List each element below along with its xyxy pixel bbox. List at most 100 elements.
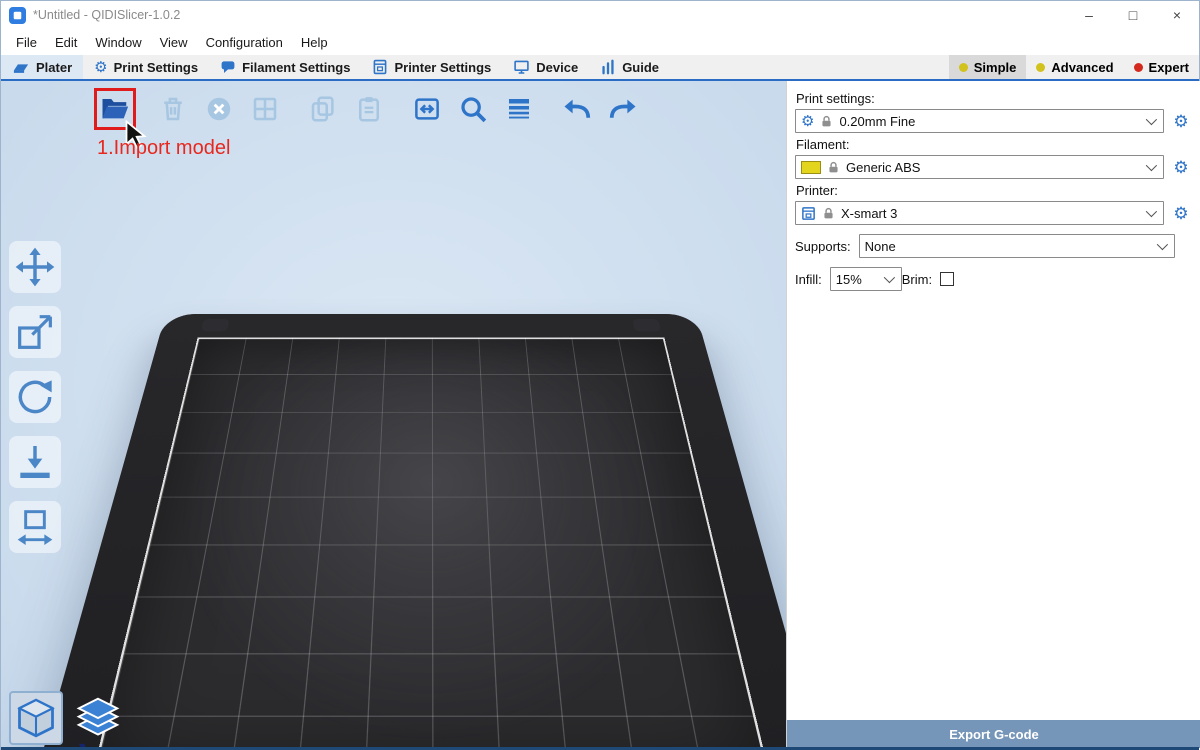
supports-select[interactable]: None (859, 234, 1175, 258)
settings-sidebar: Print settings: ⚙ 0.20mm Fine ⚙ Filament… (786, 81, 1200, 750)
filament-value: Generic ABS (846, 160, 920, 175)
print-settings-gear-button[interactable]: ⚙ (1171, 113, 1191, 130)
chevron-down-icon (1157, 239, 1168, 250)
arrange-icon (250, 94, 280, 124)
printer-icon (801, 206, 816, 221)
tab-guide[interactable]: Guide (589, 55, 670, 79)
import-annotation: 1.Import model (97, 137, 230, 160)
tab-printer-settings[interactable]: Printer Settings (361, 55, 502, 79)
lock-icon (820, 115, 833, 128)
undo-button[interactable] (559, 91, 595, 127)
filament-gear-button[interactable]: ⚙ (1171, 159, 1191, 176)
search-button[interactable] (455, 91, 491, 127)
copy-icon (308, 94, 338, 124)
infill-select[interactable]: 15% (830, 267, 902, 291)
gear-icon: ⚙ (801, 114, 814, 129)
tab-label: Plater (36, 60, 72, 75)
tabbar: Plater ⚙ Print Settings Filament Setting… (1, 55, 1199, 81)
tab-filament-settings[interactable]: Filament Settings (209, 55, 361, 79)
move-button[interactable] (9, 241, 61, 293)
filament-label: Filament: (796, 137, 1191, 152)
supports-value: None (865, 239, 896, 254)
gizmo-toolbar (9, 241, 61, 553)
3d-viewport[interactable]: 1.Import model (1, 81, 786, 750)
redo-button[interactable] (605, 91, 641, 127)
mode-label: Advanced (1051, 60, 1113, 75)
menu-edit[interactable]: Edit (46, 32, 86, 53)
mode-label: Simple (974, 60, 1017, 75)
menu-configuration[interactable]: Configuration (197, 32, 292, 53)
advanced-mode-icon (1036, 63, 1045, 72)
variable-layer-height-button[interactable] (501, 91, 537, 127)
arrange-button[interactable] (247, 91, 283, 127)
search-icon (458, 94, 488, 124)
bed-clip-left (201, 319, 230, 331)
printer-icon (372, 59, 388, 75)
printer-select[interactable]: X-smart 3 (795, 201, 1164, 225)
menu-file[interactable]: File (7, 32, 46, 53)
tab-label: Filament Settings (242, 60, 350, 75)
undo-icon (562, 94, 592, 124)
mode-label: Expert (1149, 60, 1189, 75)
filament-select[interactable]: Generic ABS (795, 155, 1164, 179)
export-gcode-button[interactable]: Export G-code (787, 720, 1200, 748)
bed-clip-right (632, 319, 661, 331)
copy-button[interactable] (305, 91, 341, 127)
tab-label: Print Settings (114, 60, 199, 75)
paste-button[interactable] (351, 91, 387, 127)
view-switch (9, 691, 125, 745)
menu-help[interactable]: Help (292, 32, 337, 53)
bed-grid (93, 338, 769, 750)
layers-preview-button[interactable] (71, 691, 125, 745)
rotate-button[interactable] (9, 371, 61, 423)
delete-all-icon (204, 94, 234, 124)
titlebar: *Untitled - QIDISlicer-1.0.2 – □ × (1, 1, 1199, 29)
chevron-down-icon (1146, 114, 1157, 125)
delete-all-button[interactable] (201, 91, 237, 127)
mode-expert[interactable]: Expert (1124, 55, 1199, 79)
move-icon (15, 247, 55, 287)
chevron-down-icon (883, 272, 894, 283)
brim-checkbox[interactable] (940, 272, 954, 286)
instances-button[interactable] (409, 91, 445, 127)
mode-advanced[interactable]: Advanced (1026, 55, 1123, 79)
lock-icon (827, 161, 840, 174)
plater-icon (12, 59, 30, 75)
3d-view-icon (14, 696, 58, 740)
import-model-button[interactable] (97, 91, 133, 127)
menu-view[interactable]: View (151, 32, 197, 53)
print-settings-select[interactable]: ⚙ 0.20mm Fine (795, 109, 1164, 133)
app-logo-icon (9, 7, 26, 24)
scale-button[interactable] (9, 306, 61, 358)
3d-view-button[interactable] (9, 691, 63, 745)
close-button[interactable]: × (1155, 1, 1199, 29)
measure-button[interactable] (9, 501, 61, 553)
tab-device[interactable]: Device (502, 55, 589, 79)
tab-label: Printer Settings (394, 60, 491, 75)
device-icon (513, 59, 530, 75)
place-on-face-icon (15, 442, 55, 482)
supports-label: Supports: (795, 239, 851, 254)
scale-icon (15, 312, 55, 352)
minimize-button[interactable]: – (1067, 1, 1111, 29)
tab-plater[interactable]: Plater (1, 55, 83, 79)
plater-toolbar (97, 91, 641, 127)
infill-label: Infill: (795, 272, 822, 287)
maximize-button[interactable]: □ (1111, 1, 1155, 29)
printer-gear-button[interactable]: ⚙ (1171, 205, 1191, 222)
tab-label: Guide (622, 60, 659, 75)
tab-spacer (670, 55, 949, 79)
instances-icon (412, 94, 442, 124)
chevron-down-icon (1146, 160, 1157, 171)
variable-layer-height-icon (504, 94, 534, 124)
tab-print-settings[interactable]: ⚙ Print Settings (83, 55, 209, 79)
place-on-face-button[interactable] (9, 436, 61, 488)
menu-window[interactable]: Window (86, 32, 150, 53)
paste-icon (354, 94, 384, 124)
lock-icon (822, 207, 835, 220)
infill-value: 15% (836, 272, 862, 287)
tab-label: Device (536, 60, 578, 75)
print-settings-label: Print settings: (796, 91, 1191, 106)
mode-simple[interactable]: Simple (949, 55, 1027, 79)
delete-button[interactable] (155, 91, 191, 127)
